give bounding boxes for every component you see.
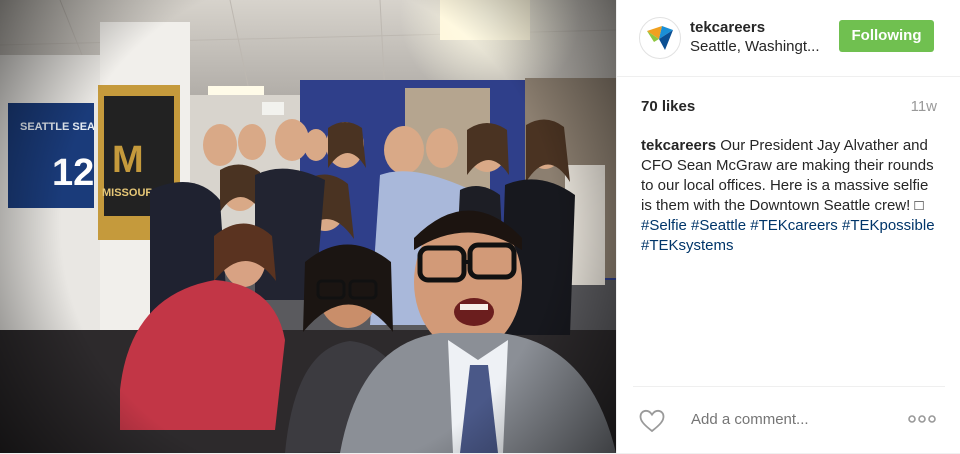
hashtag[interactable]: #Seattle: [691, 217, 746, 234]
comment-bar: [633, 386, 945, 454]
location-link[interactable]: Seattle, Washingt...: [690, 38, 820, 55]
following-button[interactable]: Following: [839, 20, 934, 52]
post-details-panel: tekcareers Seattle, Washingt... Followin…: [616, 0, 960, 453]
caption: tekcareers Our President Jay Alvather an…: [641, 136, 941, 256]
hashtag[interactable]: #TEKpossible: [842, 217, 935, 234]
post-time: 11w: [910, 98, 937, 115]
instagram-post: SEATTLE SEA 12 M MISSOURI: [0, 0, 960, 453]
more-options-icon[interactable]: [907, 412, 937, 426]
hashtag[interactable]: #TEKsystems: [641, 237, 734, 254]
caption-username[interactable]: tekcareers: [641, 137, 716, 154]
post-header: tekcareers Seattle, Washingt... Followin…: [617, 0, 960, 77]
hashtag[interactable]: #TEKcareers: [750, 217, 838, 234]
heart-icon[interactable]: [639, 409, 665, 433]
tek-logo-icon[interactable]: [639, 17, 681, 59]
hashtag[interactable]: #Selfie: [641, 217, 687, 234]
group-selfie-photo[interactable]: SEATTLE SEA 12 M MISSOURI: [0, 0, 616, 453]
likes-count[interactable]: 70 likes: [641, 98, 695, 115]
username-link[interactable]: tekcareers: [690, 19, 765, 36]
comment-input[interactable]: [691, 411, 891, 428]
